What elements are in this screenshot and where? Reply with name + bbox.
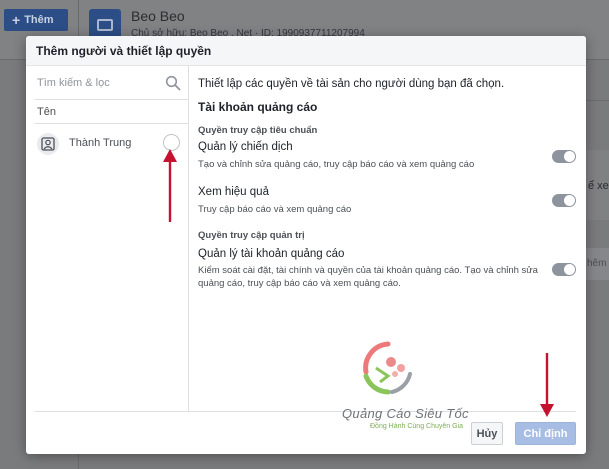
permissions-intro: Thiết lập các quyền về tài sản cho người… <box>198 78 505 90</box>
toggle-view-performance[interactable] <box>552 194 576 207</box>
group-title-standard: Quyền truy cập tiêu chuẩn <box>198 125 318 136</box>
dialog-title: Thêm người và thiết lập quyền <box>26 36 586 66</box>
avatar-icon <box>37 133 59 155</box>
section-title: Tài khoản quảng cáo <box>198 100 318 114</box>
watermark-logo <box>363 341 412 395</box>
permission-desc-manage-campaigns: Tạo và chỉnh sửa quảng cáo, truy cập báo… <box>198 159 475 170</box>
search-icon[interactable] <box>165 75 181 91</box>
permission-desc-view-performance: Truy cập báo cáo và xem quảng cáo <box>198 204 352 215</box>
toggle-manage-ad-account[interactable] <box>552 263 576 276</box>
cancel-button[interactable]: Hủy <box>471 422 503 445</box>
permission-title-view-performance: Xem hiệu quả <box>198 186 269 198</box>
background-add-label: Thêm <box>24 14 54 26</box>
permission-title-manage-ad-account: Quản lý tài khoản quảng cáo <box>198 248 345 260</box>
background-add-button[interactable]: + Thêm <box>4 9 68 31</box>
permission-desc-manage-ad-account-1: Kiểm soát cài đặt, tài chính và quyền củ… <box>198 265 538 276</box>
dialog-body: Tên Thành Trung Thiết lập các quyền về t… <box>35 66 576 412</box>
people-pane: Tên Thành Trung <box>35 66 189 412</box>
background-divider-line <box>584 100 609 101</box>
add-people-dialog: Thêm người và thiết lập quyền Tên Thành … <box>26 36 586 454</box>
name-column-header: Tên <box>35 100 189 124</box>
background-account-name: Beo Beo <box>131 8 185 24</box>
arrow-annotation-assign <box>540 353 554 417</box>
person-name: Thành Trung <box>69 137 132 149</box>
search-input[interactable] <box>35 66 165 99</box>
background-right-button: hêm <box>584 248 609 280</box>
arrow-annotation-radio <box>163 149 177 222</box>
toggle-manage-campaigns[interactable] <box>552 150 576 163</box>
background-right-button-label: hêm <box>587 258 607 269</box>
permission-desc-manage-ad-account-2: quảng cáo, truy cập báo cáo và xem quảng… <box>198 278 401 289</box>
background-right-text: ể xe <box>588 180 609 192</box>
dialog-footer: Hủy Chỉ định <box>26 412 586 454</box>
search-bar <box>35 66 189 100</box>
permission-title-manage-campaigns: Quản lý chiến dịch <box>198 141 293 153</box>
plus-icon: + <box>12 12 21 28</box>
group-title-admin: Quyền truy cập quản trị <box>198 230 305 241</box>
assign-button[interactable]: Chỉ định <box>515 422 576 445</box>
